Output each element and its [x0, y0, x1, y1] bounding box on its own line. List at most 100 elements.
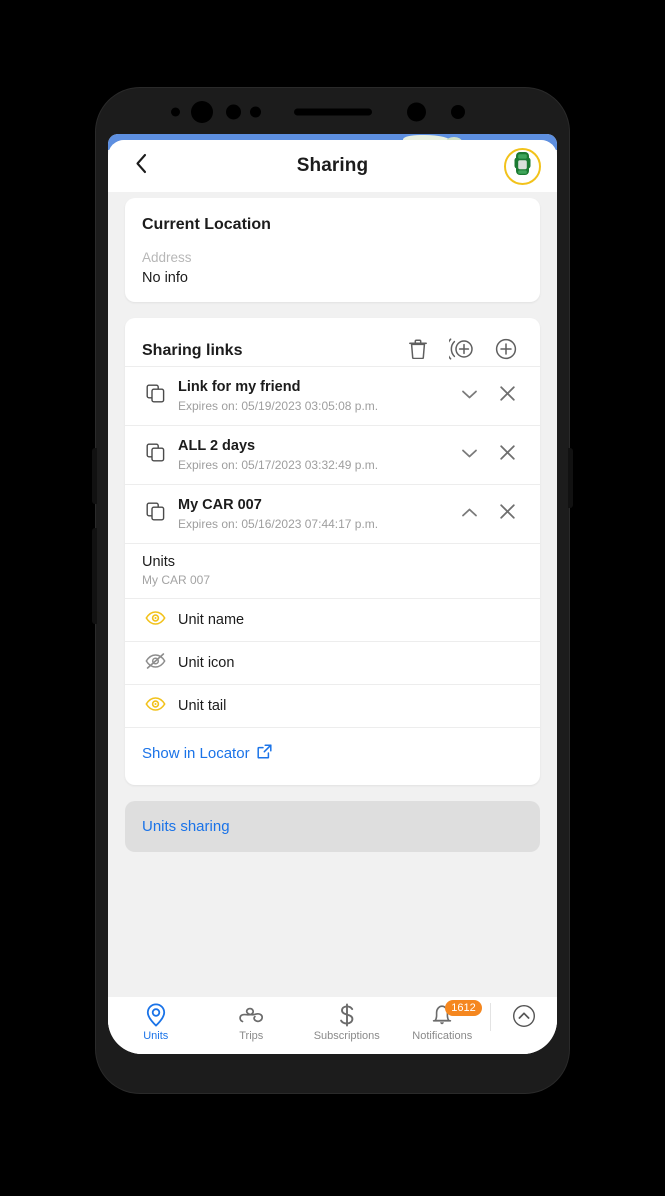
toggle-unit-tail-visibility[interactable] — [139, 693, 171, 719]
expand-sheet-button[interactable] — [491, 1003, 557, 1050]
chevron-up-icon — [461, 505, 478, 523]
tab-label-subscriptions: Subscriptions — [313, 1030, 380, 1042]
option-row-unit-tail[interactable]: Unit tail — [125, 684, 540, 727]
sharing-links-card: Sharing links Link for my friend Expires… — [125, 318, 540, 785]
sharing-link-row[interactable]: ALL 2 days Expires on: 05/17/2023 03:32:… — [125, 425, 540, 484]
sharing-links-header: Sharing links — [125, 336, 540, 366]
add-link-button[interactable] — [489, 336, 523, 366]
sharing-link-name: Link for my friend — [178, 379, 301, 396]
option-row-unit-name[interactable]: Unit name — [125, 598, 540, 641]
eye-icon — [145, 696, 166, 716]
close-icon — [499, 503, 516, 525]
option-row-unit-icon[interactable]: Unit icon — [125, 641, 540, 684]
route-icon — [238, 1003, 264, 1027]
sensor-dot-3 — [250, 106, 261, 118]
volume-button[interactable] — [92, 528, 97, 624]
content-area: Current Location Address No info Sharing… — [108, 198, 557, 997]
dollar-icon — [338, 1003, 356, 1027]
bell-icon: 1612 — [431, 1000, 482, 1027]
show-in-locator-link[interactable]: Show in Locator — [142, 744, 272, 763]
plus-circle-icon — [495, 338, 517, 365]
chevron-left-icon — [135, 153, 148, 179]
bottom-tab-bar: Units Trips Subscriptions 1612 Notificat… — [108, 997, 557, 1054]
sharing-link-name: My CAR 007 — [178, 497, 262, 514]
sharing-bottom-sheet: Sharing Current Location Address No info… — [108, 140, 557, 1054]
sharing-link-expires: Expires on: 05/19/2023 03:05:08 p.m. — [178, 398, 379, 413]
back-button[interactable] — [124, 149, 158, 183]
expand-link-button[interactable] — [453, 380, 485, 412]
tab-units[interactable]: Units — [108, 1003, 204, 1049]
shared-units-value: My CAR 007 — [142, 573, 211, 587]
page-title: Sharing — [296, 155, 369, 176]
navigation-bar: Sharing — [108, 140, 557, 192]
sharing-link-texts: My CAR 007 Expires on: 05/16/2023 07:44:… — [171, 496, 447, 531]
option-label: Unit icon — [178, 655, 235, 671]
expand-link-button[interactable] — [453, 439, 485, 471]
tab-label-notifications: Notifications — [412, 1030, 473, 1042]
address-value: No info — [142, 270, 188, 286]
speaker-grille — [293, 108, 372, 116]
phone-frame: Sharing Current Location Address No info… — [92, 88, 573, 1093]
copy-link-button[interactable] — [139, 498, 171, 530]
delete-links-button[interactable] — [401, 336, 435, 366]
copy-icon — [146, 443, 165, 467]
trash-icon — [409, 338, 427, 364]
tab-notifications[interactable]: 1612 Notifications — [395, 1000, 491, 1049]
current-location-card: Current Location Address No info — [125, 198, 540, 302]
option-label: Unit tail — [178, 698, 227, 714]
units-sharing-label: Units sharing — [142, 818, 230, 835]
sensor-dot-5 — [451, 105, 465, 119]
sharing-link-texts: Link for my friend Expires on: 05/19/202… — [171, 378, 447, 413]
toggle-unit-name-visibility[interactable] — [139, 607, 171, 633]
front-camera — [191, 101, 213, 123]
phone-bezel-top — [96, 88, 569, 136]
eye-icon — [145, 610, 166, 630]
copy-icon — [146, 384, 165, 408]
remove-link-button[interactable] — [491, 380, 523, 412]
sharing-link-row[interactable]: Link for my friend Expires on: 05/19/202… — [125, 366, 540, 425]
sensor-dot-1 — [171, 107, 180, 117]
remove-link-button[interactable] — [491, 439, 523, 471]
units-sharing-section[interactable]: Units sharing — [125, 801, 540, 852]
current-location-title: Current Location — [142, 216, 271, 233]
eye-off-icon — [145, 652, 166, 674]
location-pin-icon — [146, 1003, 166, 1027]
sharing-link-expires: Expires on: 05/16/2023 07:44:17 p.m. — [178, 516, 379, 531]
shared-units-label: Units — [142, 554, 176, 570]
external-link-icon — [257, 744, 272, 763]
power-button[interactable] — [92, 448, 97, 504]
toggle-unit-icon-visibility[interactable] — [139, 650, 171, 676]
sensor-dot-4 — [407, 102, 426, 122]
phone-screen: Sharing Current Location Address No info… — [108, 134, 557, 1054]
tab-trips[interactable]: Trips — [204, 1003, 300, 1049]
address-label: Address — [142, 250, 192, 265]
shared-units-block: Units My CAR 007 — [125, 543, 540, 598]
notifications-badge: 1612 — [445, 1000, 482, 1016]
close-icon — [499, 385, 516, 407]
green-car-icon — [514, 151, 531, 181]
sensor-dot-2 — [226, 104, 241, 120]
broadcast-add-icon — [446, 337, 475, 365]
remove-link-button[interactable] — [491, 498, 523, 530]
chevron-down-icon — [461, 387, 478, 405]
chevron-up-circle-icon — [512, 1004, 536, 1033]
side-button-right[interactable] — [568, 448, 573, 508]
sharing-link-expires: Expires on: 05/17/2023 03:32:49 p.m. — [178, 457, 379, 472]
tab-label-units: Units — [143, 1030, 169, 1042]
sharing-links-title: Sharing links — [142, 342, 243, 359]
show-in-locator-label: Show in Locator — [142, 745, 250, 762]
chevron-down-icon — [461, 446, 478, 464]
tab-subscriptions[interactable]: Subscriptions — [299, 1003, 395, 1049]
copy-link-button[interactable] — [139, 439, 171, 471]
avatar[interactable] — [504, 147, 541, 185]
sharing-link-row[interactable]: My CAR 007 Expires on: 05/16/2023 07:44:… — [125, 484, 540, 543]
sharing-link-name: ALL 2 days — [178, 438, 256, 455]
copy-icon — [146, 502, 165, 526]
tab-label-trips: Trips — [239, 1030, 264, 1042]
option-label: Unit name — [178, 612, 245, 628]
show-in-locator-wrap: Show in Locator — [125, 727, 540, 785]
copy-link-button[interactable] — [139, 380, 171, 412]
add-broadcast-link-button[interactable] — [445, 336, 479, 366]
close-icon — [499, 444, 516, 466]
collapse-link-button[interactable] — [453, 498, 485, 530]
